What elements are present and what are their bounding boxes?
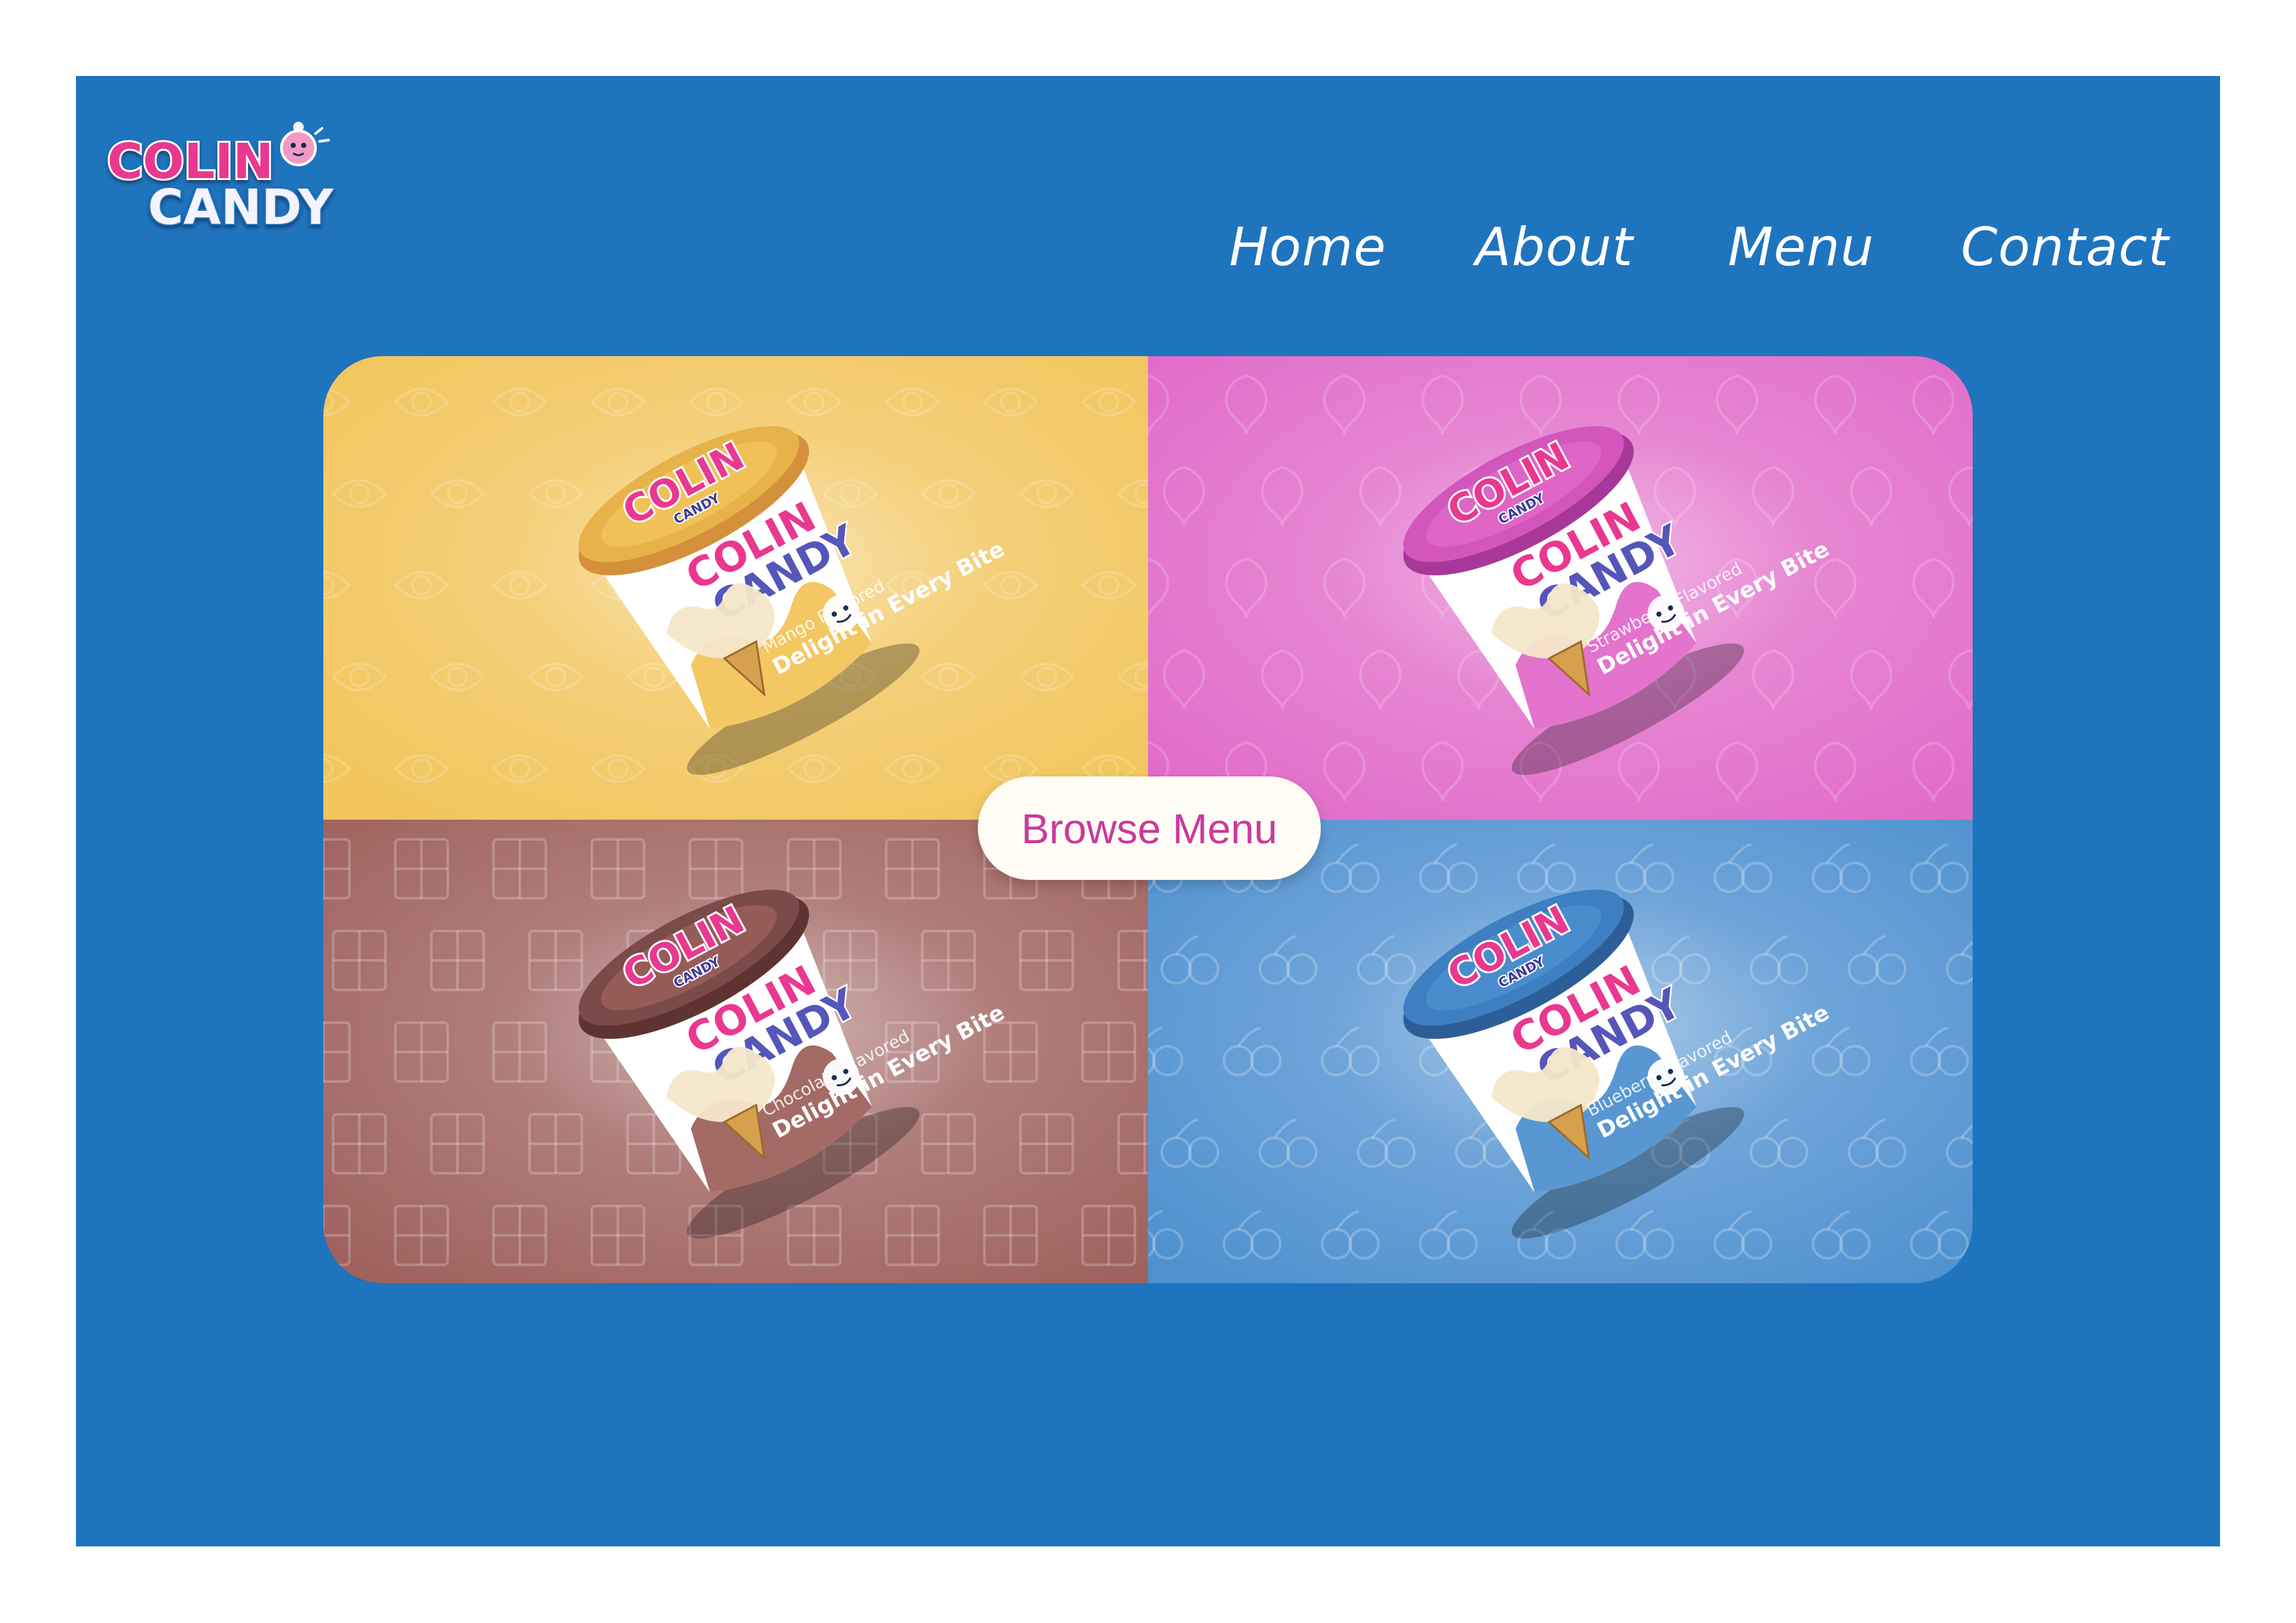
tile-brown[interactable]: COLIN CANDY COLIN CANDY Chocolate Flavored De…: [323, 820, 1148, 1283]
main-nav: Home About Menu Contact: [76, 135, 2220, 274]
pink-tile-art: COLINCANDYCOLINCANDYStrawberry FlavoredD…: [1148, 356, 1973, 820]
nav-about[interactable]: About: [1475, 221, 1634, 274]
tile-yellow[interactable]: COLINCANDYCOLINCANDYMango FlavoredDeligh…: [323, 356, 1148, 820]
tile-blue[interactable]: COLIN CANDY COLIN CANDY Blueberry Flavored De…: [1148, 820, 1973, 1283]
nav-contact[interactable]: Contact: [1961, 221, 2169, 274]
brown-tile-art: COLINCANDYCOLINCANDYChocolate FlavoredDe…: [323, 820, 1148, 1283]
yellow-tile-art: COLINCANDYCOLINCANDYMango FlavoredDeligh…: [323, 356, 1148, 820]
tile-pink[interactable]: COLIN CANDY COLIN CANDY Strawberry Flavored D…: [1148, 356, 1973, 820]
blue-tile-art: COLINCANDYCOLINCANDYBlueberry FlavoredDe…: [1148, 820, 1973, 1283]
nav-home[interactable]: Home: [1229, 221, 1386, 274]
browse-menu-button[interactable]: Browse Menu: [978, 776, 1321, 880]
page-container: COLIN CANDY Home About Menu Contact COLI…: [76, 76, 2220, 1546]
nav-menu[interactable]: Menu: [1728, 221, 1874, 274]
